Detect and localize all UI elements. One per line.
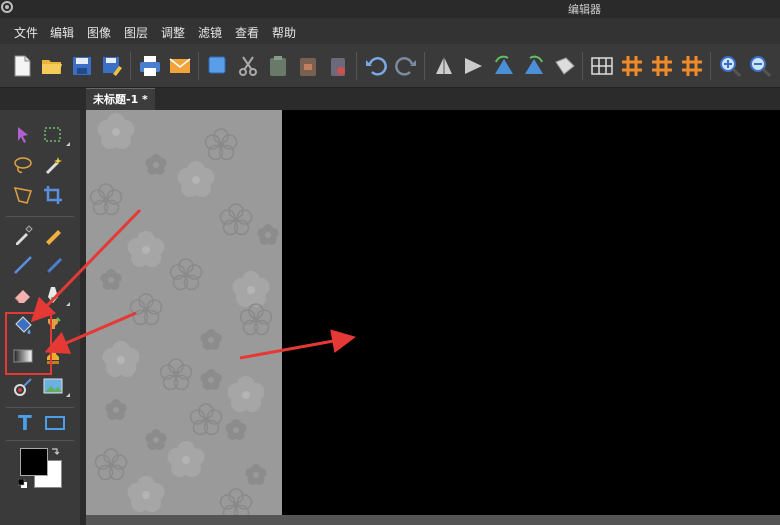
app-logo-icon (1, 1, 13, 13)
red-eye-tool-icon[interactable] (12, 375, 34, 397)
toolbar-separator (710, 52, 711, 80)
grid-large-icon[interactable] (620, 54, 644, 78)
toolbar-separator (356, 52, 357, 80)
tool-separator (6, 407, 74, 408)
cut-icon[interactable] (236, 54, 260, 78)
line-tool-icon[interactable] (12, 254, 34, 276)
grid-icon[interactable] (590, 54, 614, 78)
menu-view[interactable]: 查看 (235, 24, 259, 41)
document-tabbar: 未标题-1 * (86, 88, 780, 110)
tool-separator (6, 216, 74, 217)
open-folder-icon[interactable] (40, 54, 64, 78)
rect-select-tool-icon[interactable] (42, 124, 64, 146)
grid-small-icon[interactable] (680, 54, 704, 78)
menu-filter[interactable]: 滤镜 (198, 24, 222, 41)
tool-group-indicator (66, 142, 70, 146)
paste-layer-icon[interactable] (296, 54, 320, 78)
reset-colors-icon[interactable] (18, 479, 28, 489)
brush-tool-icon[interactable] (42, 254, 64, 276)
menu-adjust[interactable]: 调整 (161, 24, 185, 41)
tool-group-indicator (66, 302, 70, 306)
toolbar-separator (582, 52, 583, 80)
window-title: 编辑器 (568, 3, 601, 16)
annotation-highlight-box (5, 312, 52, 375)
canvas[interactable] (86, 110, 780, 515)
text-tool-icon[interactable]: T (14, 412, 36, 434)
lasso-tool-icon[interactable] (12, 154, 34, 176)
toolbar-separator (424, 52, 425, 80)
zoom-out-icon[interactable] (748, 54, 772, 78)
menu-edit[interactable]: 编辑 (50, 24, 74, 41)
tool-group-indicator (66, 393, 70, 397)
clear-icon[interactable] (326, 54, 350, 78)
primary-color-swatch[interactable] (20, 448, 48, 476)
flip-vertical-icon[interactable] (432, 54, 456, 78)
polygon-lasso-tool-icon[interactable] (12, 184, 34, 206)
eraser-tool-icon[interactable] (12, 284, 34, 306)
save-as-icon[interactable] (100, 54, 124, 78)
toolbar-separator (130, 52, 131, 80)
copy-icon[interactable] (206, 54, 230, 78)
main-toolbar (0, 44, 780, 88)
rotate-right-icon[interactable] (522, 54, 546, 78)
rotate-left-icon[interactable] (492, 54, 516, 78)
text-tool-glyph: T (18, 412, 32, 434)
canvas-scrollbar[interactable] (86, 515, 780, 525)
menu-layer[interactable]: 图层 (124, 24, 148, 41)
email-icon[interactable] (168, 54, 192, 78)
shape-tool-icon[interactable] (44, 412, 66, 434)
crop-tool-icon[interactable] (42, 184, 64, 206)
swap-colors-icon[interactable] (50, 447, 60, 457)
zoom-in-icon[interactable] (718, 54, 742, 78)
undo-icon[interactable] (364, 54, 388, 78)
smudge-tool-icon[interactable] (42, 284, 64, 306)
paste-icon[interactable] (266, 54, 290, 78)
floral-pattern-graphic (89, 113, 279, 515)
menu-file[interactable]: 文件 (14, 24, 38, 41)
menu-bar: 文件 编辑 图像 图层 调整 滤镜 查看 帮助 (0, 18, 780, 44)
eyedropper-tool-icon[interactable] (12, 224, 34, 246)
flip-horizontal-icon[interactable] (462, 54, 486, 78)
menu-help[interactable]: 帮助 (272, 24, 296, 41)
tool-separator (6, 440, 74, 441)
pencil-tool-icon[interactable] (42, 224, 64, 246)
title-bar: 编辑器 (0, 0, 780, 18)
free-rotate-icon[interactable] (552, 54, 576, 78)
menu-image[interactable]: 图像 (87, 24, 111, 41)
document-tab[interactable]: 未标题-1 * (86, 88, 155, 110)
save-icon[interactable] (70, 54, 94, 78)
redo-icon[interactable] (394, 54, 418, 78)
magic-wand-tool-icon[interactable] (42, 154, 64, 176)
picture-tool-icon[interactable] (42, 375, 64, 397)
grid-medium-icon[interactable] (650, 54, 674, 78)
print-icon[interactable] (138, 54, 162, 78)
new-file-icon[interactable] (10, 54, 34, 78)
toolbar-separator (198, 52, 199, 80)
move-tool-icon[interactable] (12, 124, 34, 146)
floral-pattern-layer (86, 110, 282, 515)
